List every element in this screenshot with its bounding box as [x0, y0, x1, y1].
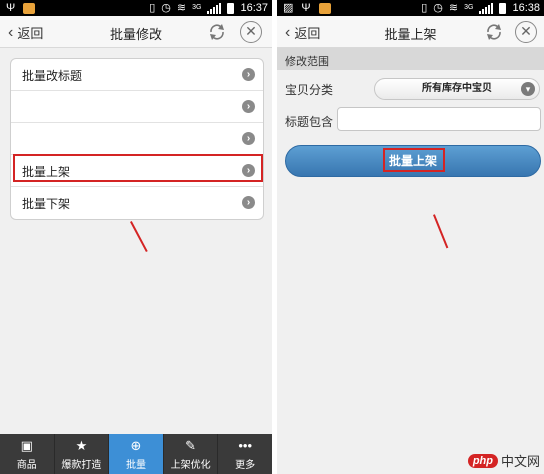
vibrate-icon: ▯ — [149, 2, 156, 14]
tab-products[interactable]: ▣ 商品 — [0, 434, 55, 474]
tab-more[interactable]: ••• 更多 — [218, 434, 272, 474]
tab-hot-items[interactable]: ★ 爆款打造 — [55, 434, 110, 474]
batch-list-button-label: 批量上架 — [388, 154, 437, 168]
tab-label: 批量 — [125, 460, 146, 471]
nav-bar: ‹ 返回 批量上架 ✕ — [277, 16, 544, 48]
close-button[interactable]: ✕ — [240, 21, 262, 43]
category-select[interactable]: 所有库存中宝贝 ▾ — [374, 78, 540, 100]
briefcase-icon: ▣ — [20, 438, 33, 453]
notification-icon — [23, 2, 36, 14]
usb-icon: Ψ — [301, 2, 311, 14]
network-type: 3G — [192, 4, 202, 11]
menu-item-edit-title[interactable]: 批量改标题 › — [11, 59, 263, 91]
menu-item-label: 批量上架 — [22, 165, 71, 179]
wifi-icon: ≋ — [176, 2, 187, 14]
plus-circle-icon: ⊕ — [130, 438, 142, 453]
watermark: php 中文网 — [467, 451, 540, 470]
tab-label: 商品 — [16, 460, 37, 471]
category-row: 宝贝分类 所有库存中宝贝 ▾ — [277, 74, 544, 102]
watermark-logo: php — [467, 453, 498, 468]
chevron-right-icon: › — [242, 100, 255, 113]
watermark-text: 中文网 — [500, 454, 540, 469]
wifi-icon: ≋ — [448, 2, 459, 14]
close-icon: ✕ — [520, 23, 532, 39]
signal-icon — [207, 2, 222, 14]
annotation-arrow — [433, 214, 449, 249]
tab-listing-optimize[interactable]: ✎ 上架优化 — [164, 434, 219, 474]
signal-icon — [479, 2, 494, 14]
title-filter-input[interactable] — [337, 107, 541, 131]
status-bar: Ψ ▯ ◷ ≋ 3G 16:37 — [0, 0, 272, 16]
usb-icon: Ψ — [6, 2, 16, 14]
section-heading: 修改范围 — [277, 48, 544, 70]
chevron-right-icon: › — [242, 164, 255, 177]
title-filter-row: 标题包含 — [277, 106, 544, 134]
close-icon: ✕ — [245, 23, 257, 39]
tab-label: 上架优化 — [170, 460, 211, 471]
alarm-icon: ◷ — [433, 2, 443, 14]
more-dots-icon: ••• — [238, 438, 252, 453]
chevron-right-icon: › — [242, 132, 255, 145]
alarm-icon: ◷ — [161, 2, 171, 14]
annotation-arrow — [130, 221, 148, 253]
category-label: 宝贝分类 — [285, 83, 334, 97]
chevron-right-icon: › — [242, 68, 255, 81]
notification-icon — [318, 2, 331, 14]
title-filter-label: 标题包含 — [285, 115, 334, 129]
menu-item-3[interactable]: › — [11, 123, 263, 155]
menu-item-2[interactable]: › — [11, 91, 263, 123]
chevron-down-icon: ▾ — [521, 82, 535, 96]
category-selected-value: 所有库存中宝贝 — [422, 83, 492, 94]
tab-label: 更多 — [235, 460, 256, 471]
batch-list-button[interactable]: 批量上架 — [285, 145, 541, 177]
nav-bar: ‹ 返回 批量修改 ✕ — [0, 16, 272, 48]
tab-batch[interactable]: ⊕ 批量 — [109, 434, 164, 474]
battery-icon — [499, 2, 507, 14]
refresh-icon[interactable] — [483, 21, 505, 43]
status-bar: ▨ Ψ ▯ ◷ ≋ 3G 16:38 — [277, 0, 544, 16]
phone-screen-left: Ψ ▯ ◷ ≋ 3G 16:37 ‹ 返回 批量修改 ✕ 批量改标题 › › ›… — [0, 0, 272, 474]
battery-icon — [227, 2, 235, 14]
refresh-icon[interactable] — [206, 21, 228, 43]
status-time: 16:38 — [512, 2, 540, 14]
image-icon: ▨ — [283, 2, 294, 14]
menu-item-label: 批量改标题 — [22, 69, 83, 83]
page-title: 批量修改 — [109, 27, 162, 42]
status-time: 16:37 — [240, 2, 268, 14]
edit-page-icon: ✎ — [185, 438, 197, 453]
close-button[interactable]: ✕ — [515, 21, 537, 43]
phone-screen-right: ▨ Ψ ▯ ◷ ≋ 3G 16:38 ‹ 返回 批量上架 ✕ 修改范围 宝贝分类… — [277, 0, 544, 474]
menu-item-label: 批量下架 — [22, 197, 71, 211]
bottom-tab-bar: ▣ 商品 ★ 爆款打造 ⊕ 批量 ✎ 上架优化 ••• 更多 — [0, 434, 272, 474]
tab-label: 爆款打造 — [61, 460, 102, 471]
network-type: 3G — [464, 4, 474, 11]
vibrate-icon: ▯ — [421, 2, 428, 14]
menu-item-delist[interactable]: 批量下架 › — [11, 187, 263, 219]
chevron-right-icon: › — [242, 196, 255, 209]
star-page-icon: ★ — [75, 438, 88, 453]
batch-menu-list: 批量改标题 › › › 批量上架 › 批量下架 › — [10, 58, 264, 220]
menu-item-list[interactable]: 批量上架 › — [11, 155, 263, 187]
